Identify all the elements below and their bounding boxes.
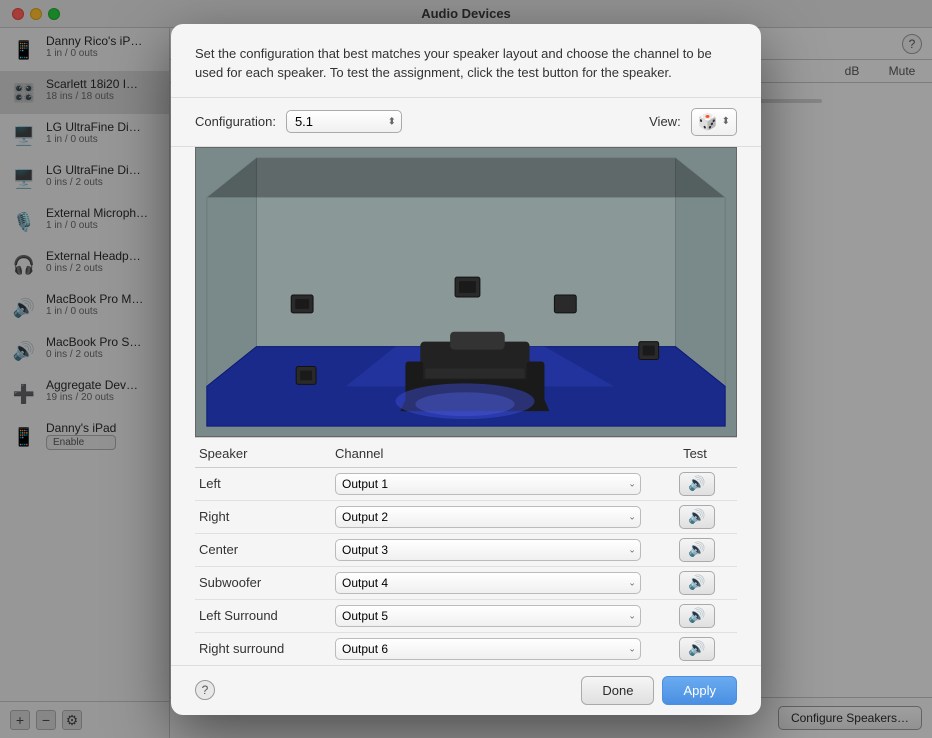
speaker-table: Speaker Channel Test Left Output 1Output…	[195, 437, 737, 665]
header-test: Test	[657, 446, 737, 461]
test-cell: 🔊	[657, 571, 737, 595]
speaker-rows-container: Left Output 1Output 2Output 3Output 4Out…	[195, 468, 737, 665]
modal-description: Set the configuration that best matches …	[171, 24, 761, 98]
speaker-name: Subwoofer	[195, 575, 335, 590]
table-header: Speaker Channel Test	[195, 438, 737, 468]
speaker-row: Left Surround Output 1Output 2Output 3Ou…	[195, 600, 737, 633]
channel-select-wrapper: Output 1Output 2Output 3Output 4Output 5…	[335, 539, 657, 561]
room-visualization	[195, 147, 737, 437]
speaker-row: Left Output 1Output 2Output 3Output 4Out…	[195, 468, 737, 501]
configuration-select[interactable]: StereoQuadraphonic5.17.1	[286, 110, 402, 133]
configuration-label: Configuration:	[195, 114, 276, 129]
test-speaker-button[interactable]: 🔊	[679, 637, 715, 661]
test-speaker-button[interactable]: 🔊	[679, 505, 715, 529]
test-cell: 🔊	[657, 637, 737, 661]
footer-help-button[interactable]: ?	[195, 680, 215, 700]
channel-select-wrapper: Output 1Output 2Output 3Output 4Output 5…	[335, 506, 657, 528]
channel-select-3[interactable]: Output 1Output 2Output 3Output 4Output 5…	[335, 572, 641, 594]
test-cell: 🔊	[657, 472, 737, 496]
header-channel: Channel	[335, 446, 657, 461]
speaker-name: Right surround	[195, 641, 335, 656]
speaker-name: Right	[195, 509, 335, 524]
apply-button[interactable]: Apply	[662, 676, 737, 705]
done-button[interactable]: Done	[581, 676, 654, 705]
channel-select-4[interactable]: Output 1Output 2Output 3Output 4Output 5…	[335, 605, 641, 627]
speaker-row: Right surround Output 1Output 2Output 3O…	[195, 633, 737, 665]
view-arrow-icon: ⬍	[722, 116, 730, 127]
header-speaker: Speaker	[195, 446, 335, 461]
channel-select-5[interactable]: Output 1Output 2Output 3Output 4Output 5…	[335, 638, 641, 660]
channel-select-wrapper: Output 1Output 2Output 3Output 4Output 5…	[335, 572, 657, 594]
test-cell: 🔊	[657, 505, 737, 529]
test-speaker-button[interactable]: 🔊	[679, 571, 715, 595]
test-speaker-button[interactable]: 🔊	[679, 472, 715, 496]
speaker-row: Right Output 1Output 2Output 3Output 4Ou…	[195, 501, 737, 534]
speaker-name: Left Surround	[195, 608, 335, 623]
channel-select-0[interactable]: Output 1Output 2Output 3Output 4Output 5…	[335, 473, 641, 495]
test-speaker-button[interactable]: 🔊	[679, 604, 715, 628]
test-speaker-button[interactable]: 🔊	[679, 538, 715, 562]
speaker-name: Center	[195, 542, 335, 557]
view-label: View:	[649, 114, 681, 129]
speaker-row: Subwoofer Output 1Output 2Output 3Output…	[195, 567, 737, 600]
channel-select-1[interactable]: Output 1Output 2Output 3Output 4Output 5…	[335, 506, 641, 528]
modal-footer: ? Done Apply	[171, 665, 761, 715]
channel-select-2[interactable]: Output 1Output 2Output 3Output 4Output 5…	[335, 539, 641, 561]
modal-overlay: Set the configuration that best matches …	[0, 0, 932, 738]
speaker-config-modal: Set the configuration that best matches …	[171, 24, 761, 715]
config-row: Configuration: StereoQuadraphonic5.17.1 …	[171, 98, 761, 147]
cube-icon: 🎲	[698, 112, 718, 132]
speaker-name: Left	[195, 476, 335, 491]
channel-select-wrapper: Output 1Output 2Output 3Output 4Output 5…	[335, 473, 657, 495]
view-control[interactable]: 🎲 ⬍	[691, 108, 737, 136]
test-cell: 🔊	[657, 604, 737, 628]
channel-select-wrapper: Output 1Output 2Output 3Output 4Output 5…	[335, 605, 657, 627]
speaker-row: Center Output 1Output 2Output 3Output 4O…	[195, 534, 737, 567]
test-cell: 🔊	[657, 538, 737, 562]
channel-select-wrapper: Output 1Output 2Output 3Output 4Output 5…	[335, 638, 657, 660]
configuration-select-wrapper: StereoQuadraphonic5.17.1 ⬍	[286, 110, 402, 133]
